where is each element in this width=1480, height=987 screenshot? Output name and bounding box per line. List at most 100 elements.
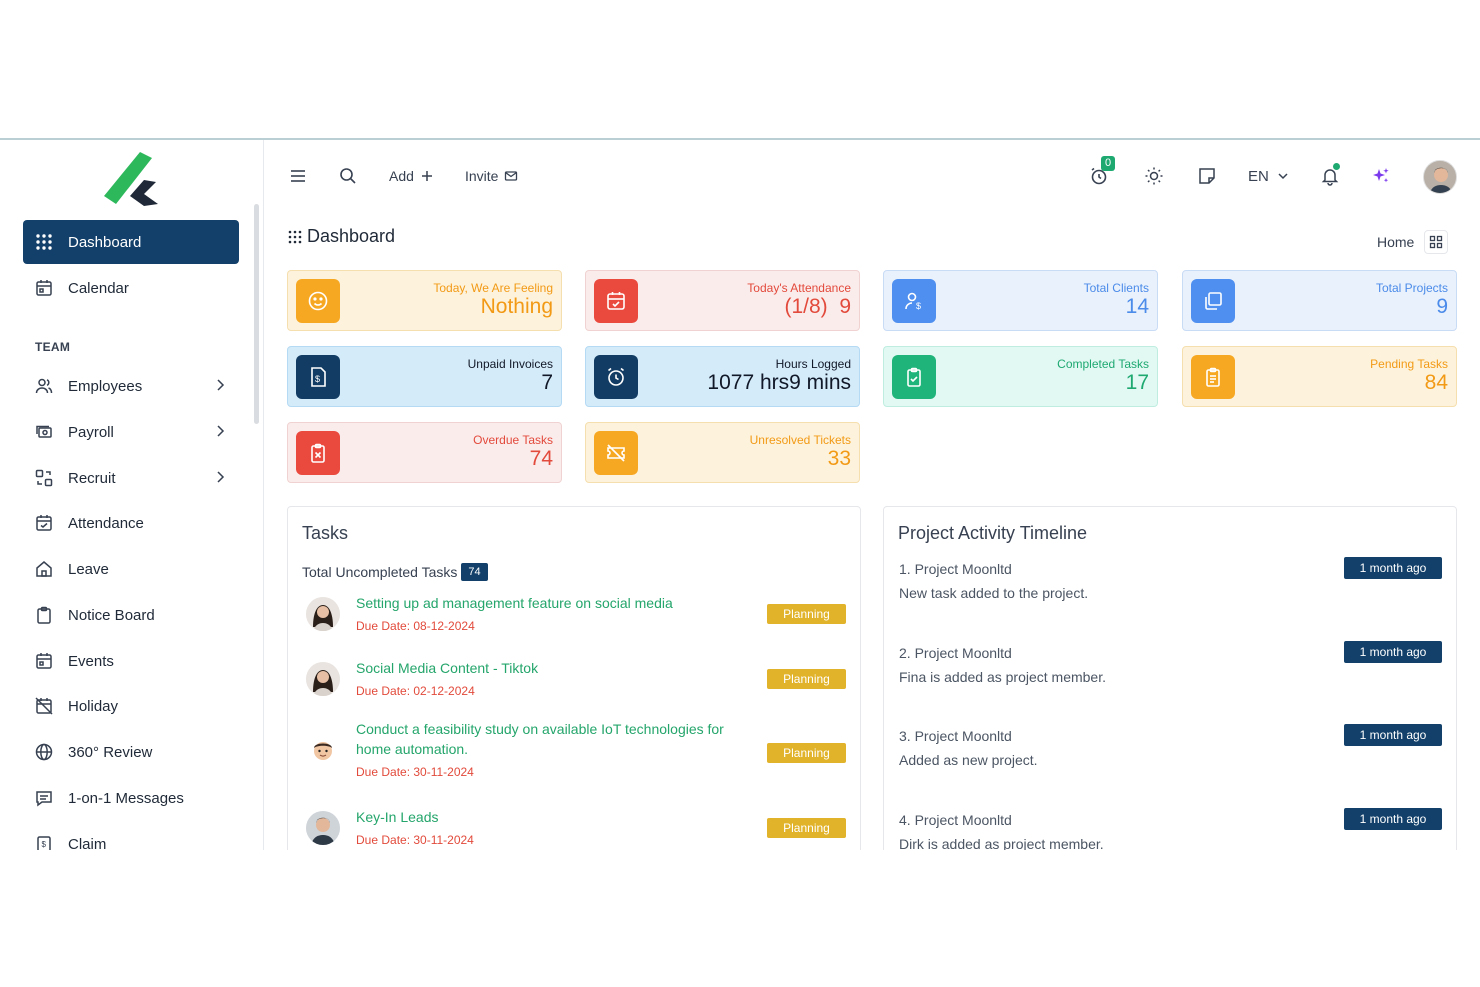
sticky-note-button[interactable] xyxy=(1197,164,1217,188)
tasks-panel: Tasks Total Uncompleted Tasks 74 Setting… xyxy=(287,506,861,850)
sidebar-item-notice-board[interactable]: Notice Board xyxy=(23,593,239,637)
card-unresolved-tickets[interactable]: Unresolved Tickets 33 xyxy=(585,422,860,483)
card-attendance[interactable]: Today's Attendance (1/8) 9 xyxy=(585,270,860,331)
plus-icon xyxy=(421,171,432,181)
timeline-item-title[interactable]: 4. Project Moonltd xyxy=(899,812,1012,828)
timeline-time-badge: 1 month ago xyxy=(1344,724,1442,746)
smile-icon xyxy=(296,279,340,323)
task-status-badge: Planning xyxy=(767,818,846,838)
add-label: Add xyxy=(389,168,414,184)
card-value: 14 xyxy=(1125,295,1149,318)
card-value: 1077 hrs9 mins xyxy=(707,371,851,394)
svg-text:$: $ xyxy=(916,301,921,311)
task-due-date: Due Date: 30-11-2024 xyxy=(356,765,474,779)
assignee-avatar[interactable] xyxy=(306,662,340,696)
invoice-icon: $ xyxy=(296,355,340,399)
timeline-time-badge: 1 month ago xyxy=(1344,557,1442,579)
task-title[interactable]: Setting up ad management feature on soci… xyxy=(356,593,746,613)
timeline-item-title[interactable]: 1. Project Moonltd xyxy=(899,561,1012,577)
notification-dot xyxy=(1333,163,1340,170)
tasks-title: Tasks xyxy=(302,523,349,543)
sidebar-item-label: 360° Review xyxy=(68,743,153,761)
user-avatar[interactable] xyxy=(1423,160,1457,194)
sidebar-item-label: Payroll xyxy=(68,423,114,441)
theme-toggle-button[interactable] xyxy=(1144,164,1164,188)
menu-button[interactable] xyxy=(288,164,308,188)
grid-icon xyxy=(288,230,302,243)
sidebar-item-attendance[interactable]: Attendance xyxy=(23,501,239,545)
timer-button[interactable]: 0 xyxy=(1089,156,1116,188)
sun-icon xyxy=(1145,167,1163,185)
tasks-subhead-label: Total Uncompleted Tasks xyxy=(302,564,458,580)
card-total-clients[interactable]: $ Total Clients 14 xyxy=(883,270,1158,331)
sidebar-item-employees[interactable]: Employees xyxy=(23,364,239,408)
task-title[interactable]: Conduct a feasibility study on available… xyxy=(356,719,746,759)
sidebar-item-label: Calendar xyxy=(68,279,129,297)
task-status-badge: Planning xyxy=(767,604,846,624)
calendar-event-icon xyxy=(35,652,53,670)
sidebar-item-label: Recruit xyxy=(68,469,116,487)
search-button[interactable] xyxy=(338,164,358,188)
task-status-badge: Planning xyxy=(767,743,846,763)
language-select[interactable]: EN xyxy=(1248,164,1289,188)
sidebar-item-calendar[interactable]: Calendar xyxy=(23,266,239,310)
card-total-projects[interactable]: Total Projects 9 xyxy=(1182,270,1457,331)
card-unpaid-invoices[interactable]: $ Unpaid Invoices 7 xyxy=(287,346,562,407)
card-completed-tasks[interactable]: Completed Tasks 17 xyxy=(883,346,1158,407)
add-button[interactable]: Add xyxy=(389,164,434,188)
card-label: Total Clients xyxy=(1083,281,1149,295)
sidebar-item-holiday[interactable]: Holiday xyxy=(23,684,239,728)
brand-logo[interactable] xyxy=(100,148,164,206)
card-pending-tasks[interactable]: Pending Tasks 84 xyxy=(1182,346,1457,407)
sidebar-item-1-on-1-messages[interactable]: 1-on-1 Messages xyxy=(23,776,239,820)
assignee-avatar[interactable] xyxy=(306,811,340,845)
task-due-date: Due Date: 02-12-2024 xyxy=(356,684,475,698)
widgets-icon xyxy=(1430,235,1443,249)
sidebar-item-360-review[interactable]: 360° Review xyxy=(23,730,239,774)
card-hours-logged[interactable]: Hours Logged 1077 hrs9 mins xyxy=(585,346,860,407)
sidebar-item-dashboard[interactable]: Dashboard xyxy=(23,220,239,264)
assignee-avatar[interactable] xyxy=(306,735,340,769)
sidebar-item-leave[interactable]: Leave xyxy=(23,547,239,591)
sidebar-section-team: TEAM xyxy=(35,340,71,354)
task-due-date: Due Date: 08-12-2024 xyxy=(356,619,475,633)
chevron-right-icon xyxy=(217,379,225,391)
sidebar-item-recruit[interactable]: Recruit xyxy=(23,456,239,500)
timeline-panel: Project Activity Timeline 1. Project Moo… xyxy=(883,506,1457,850)
sidebar-item-label: Attendance xyxy=(68,514,144,532)
clipboard-check-icon xyxy=(892,355,936,399)
sidebar-item-label: Events xyxy=(68,652,114,670)
widget-settings-button[interactable] xyxy=(1424,230,1449,254)
invite-button[interactable]: Invite xyxy=(465,164,518,188)
calendar-check-icon xyxy=(35,514,53,532)
home-icon xyxy=(35,560,53,578)
ai-assistant-button[interactable] xyxy=(1371,164,1391,188)
card-value: 17 xyxy=(1125,371,1149,394)
sidebar-item-payroll[interactable]: Payroll xyxy=(23,410,239,454)
card-overdue-tasks[interactable]: Overdue Tasks 74 xyxy=(287,422,562,483)
sidebar-item-events[interactable]: Events xyxy=(23,639,239,683)
money-icon xyxy=(35,423,53,441)
breadcrumb-home[interactable]: Home xyxy=(1377,234,1414,250)
clipboard-icon xyxy=(35,606,53,624)
timeline-item-title[interactable]: 3. Project Moonltd xyxy=(899,728,1012,744)
sparkle-icon xyxy=(1373,168,1389,183)
assignee-avatar[interactable] xyxy=(306,597,340,631)
globe-icon xyxy=(35,743,53,761)
sidebar-item-claim[interactable]: $ Claim xyxy=(23,822,239,850)
task-title[interactable]: Key-In Leads xyxy=(356,807,746,827)
task-title[interactable]: Social Media Content - Tiktok xyxy=(356,658,746,678)
card-value: 33 xyxy=(827,447,851,470)
sidebar-scrollbar[interactable] xyxy=(254,204,259,424)
timeline-time-badge: 1 month ago xyxy=(1344,641,1442,663)
message-icon xyxy=(35,789,53,807)
timeline-item-title[interactable]: 2. Project Moonltd xyxy=(899,645,1012,661)
notifications-button[interactable] xyxy=(1320,163,1340,188)
card-value: 74 xyxy=(529,447,553,470)
mail-icon xyxy=(505,171,518,181)
ticket-off-icon xyxy=(594,431,638,475)
task-status-badge: Planning xyxy=(767,669,846,689)
card-value: Nothing xyxy=(480,295,553,318)
app-frame: Dashboard Calendar TEAM Employees Payrol… xyxy=(0,138,1480,850)
card-feeling[interactable]: Today, We Are Feeling Nothing xyxy=(287,270,562,331)
